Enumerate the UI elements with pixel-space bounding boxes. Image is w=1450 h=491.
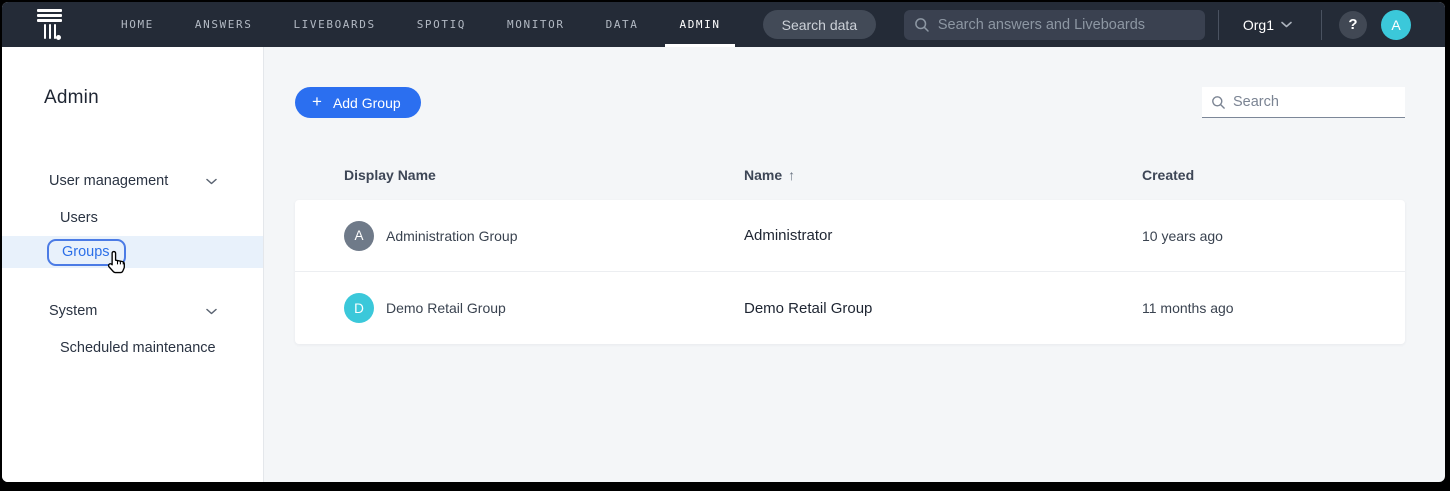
table-row-demo-retail-group[interactable]: D Demo Retail Group Demo Retail Group 11… bbox=[295, 272, 1405, 344]
groups-search[interactable] bbox=[1202, 87, 1405, 118]
nav-item-data[interactable]: DATA bbox=[606, 2, 639, 47]
group-created: 11 months ago bbox=[1142, 300, 1405, 316]
app: HOME ANSWERS LIVEBOARDS SPOTIQ MONITOR D… bbox=[2, 2, 1445, 482]
section-label: User management bbox=[49, 173, 168, 189]
primary-nav: HOME ANSWERS LIVEBOARDS SPOTIQ MONITOR D… bbox=[121, 2, 721, 47]
sidebar-section-system[interactable]: System bbox=[2, 296, 263, 326]
global-search-input[interactable] bbox=[938, 17, 1195, 33]
column-header-display-name[interactable]: Display Name bbox=[295, 167, 744, 183]
group-avatar: A bbox=[344, 221, 374, 251]
logo-bar bbox=[37, 9, 62, 12]
chevron-down-icon[interactable] bbox=[206, 308, 217, 315]
window-frame: HOME ANSWERS LIVEBOARDS SPOTIQ MONITOR D… bbox=[0, 0, 1450, 491]
group-created: 10 years ago bbox=[1142, 228, 1405, 244]
nav-divider bbox=[1218, 10, 1219, 40]
sort-ascending-icon[interactable]: ↑ bbox=[788, 167, 795, 183]
nav-item-admin[interactable]: ADMIN bbox=[679, 2, 720, 47]
global-search[interactable] bbox=[904, 10, 1205, 40]
display-name-cell: A Administration Group bbox=[295, 221, 744, 251]
org-switcher[interactable]: Org1 bbox=[1243, 17, 1292, 33]
nav-item-liveboards[interactable]: LIVEBOARDS bbox=[293, 2, 375, 47]
add-group-button[interactable]: + Add Group bbox=[295, 87, 421, 118]
top-nav: HOME ANSWERS LIVEBOARDS SPOTIQ MONITOR D… bbox=[2, 2, 1445, 47]
groups-search-input[interactable] bbox=[1233, 94, 1396, 110]
column-header-name-label: Name bbox=[744, 167, 782, 183]
section-label: System bbox=[49, 303, 97, 319]
section-user-management: User management Users Groups bbox=[2, 166, 263, 268]
page-title: Admin bbox=[44, 87, 263, 109]
nav-divider bbox=[1321, 10, 1322, 40]
org-label: Org1 bbox=[1243, 17, 1274, 33]
group-display-name: Administration Group bbox=[386, 228, 518, 244]
user-avatar[interactable]: A bbox=[1381, 10, 1411, 40]
groups-content: + Add Group Display Name Name bbox=[264, 47, 1445, 482]
search-data-button[interactable]: Search data bbox=[763, 10, 877, 39]
nav-item-spotiq[interactable]: SPOTIQ bbox=[417, 2, 466, 47]
sidebar-item-scheduled-maintenance[interactable]: Scheduled maintenance bbox=[2, 333, 263, 363]
thoughtspot-logo-icon[interactable] bbox=[37, 9, 63, 40]
sidebar-item-users[interactable]: Users bbox=[2, 203, 263, 233]
chevron-down-icon bbox=[1281, 21, 1292, 28]
logo-bar bbox=[37, 19, 62, 22]
search-icon bbox=[1211, 95, 1226, 110]
display-name-cell: D Demo Retail Group bbox=[295, 293, 744, 323]
column-header-name[interactable]: Name ↑ bbox=[744, 167, 1142, 183]
logo-dot bbox=[56, 35, 62, 41]
group-display-name: Demo Retail Group bbox=[386, 300, 506, 316]
sidebar-item-groups-label[interactable]: Groups bbox=[47, 239, 126, 266]
groups-table: A Administration Group Administrator 10 … bbox=[295, 200, 1405, 344]
group-name: Demo Retail Group bbox=[744, 300, 1142, 317]
nav-item-home[interactable]: HOME bbox=[121, 2, 154, 47]
sidebar-item-groups[interactable]: Groups bbox=[2, 236, 263, 268]
group-name: Administrator bbox=[744, 227, 1142, 244]
admin-sidebar: Admin User management Users Groups bbox=[2, 47, 264, 482]
table-header: Display Name Name ↑ Created bbox=[295, 167, 1405, 183]
search-icon bbox=[914, 17, 930, 33]
help-button[interactable]: ? bbox=[1339, 11, 1367, 39]
add-group-label: Add Group bbox=[333, 95, 401, 111]
table-row-administration-group[interactable]: A Administration Group Administrator 10 … bbox=[295, 200, 1405, 272]
toolbar: + Add Group bbox=[295, 87, 1405, 118]
group-avatar: D bbox=[344, 293, 374, 323]
plus-icon: + bbox=[312, 92, 322, 112]
sidebar-section-user-management[interactable]: User management bbox=[2, 166, 263, 196]
nav-item-monitor[interactable]: MONITOR bbox=[507, 2, 565, 47]
section-system: System Scheduled maintenance bbox=[2, 296, 263, 363]
chevron-down-icon[interactable] bbox=[206, 178, 217, 185]
nav-item-answers[interactable]: ANSWERS bbox=[195, 2, 253, 47]
column-header-created[interactable]: Created bbox=[1142, 167, 1405, 183]
logo-bar bbox=[37, 14, 62, 17]
page-body: Admin User management Users Groups bbox=[2, 47, 1445, 482]
